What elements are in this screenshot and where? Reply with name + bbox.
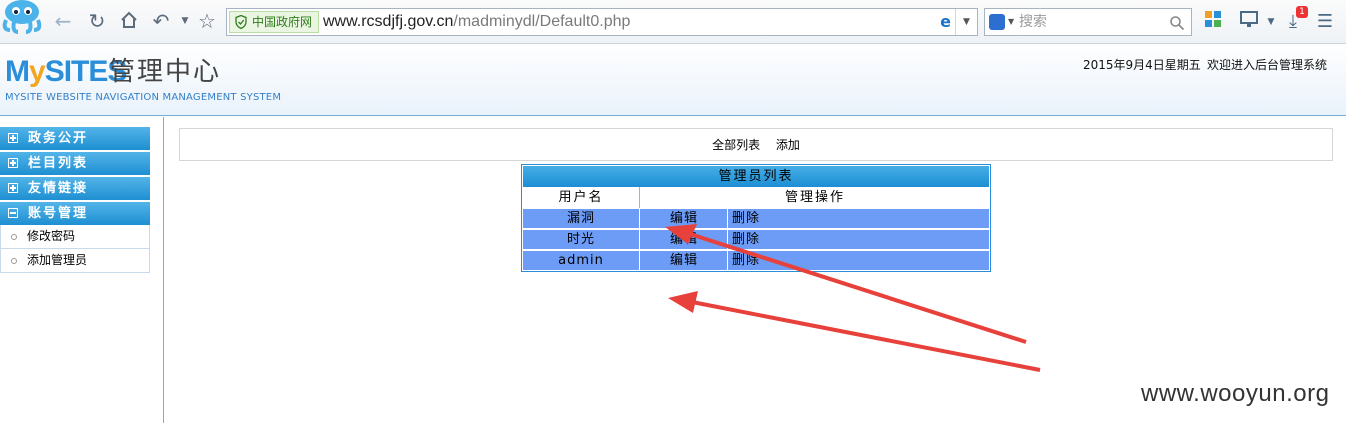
sidebar-group-gov-affairs[interactable]: 政务公开 <box>0 127 150 150</box>
sidebar-group-links[interactable]: 友情链接 <box>0 177 150 200</box>
sidebar-item-label: 修改密码 <box>27 229 76 243</box>
search-placeholder: 搜索 <box>1019 14 1047 30</box>
url-path: /madminydl/Default0.php <box>453 13 631 30</box>
expand-icon <box>8 133 18 143</box>
username-cell: 时光 <box>523 230 640 249</box>
sidebar-group-label: 政务公开 <box>28 131 89 146</box>
collapse-icon <box>8 208 18 218</box>
edit-link[interactable]: 编辑 <box>641 209 728 228</box>
expand-icon <box>8 158 18 168</box>
delete-link[interactable]: 删除 <box>729 251 989 270</box>
gov-badge-label: 中国政府网 <box>252 15 313 29</box>
table-header-row: 用户名 管理操作 <box>523 187 989 208</box>
sidebar-group-accounts[interactable]: 账号管理 <box>0 202 150 225</box>
bullet-icon <box>11 258 17 264</box>
favorite-star-icon[interactable]: ☆ <box>196 10 218 32</box>
address-dropdown-icon[interactable]: ▼ <box>955 9 977 35</box>
brand-title: 管理中心 <box>109 57 222 87</box>
undo-icon[interactable]: ↶ <box>150 10 172 32</box>
sidebar-group-columns[interactable]: 栏目列表 <box>0 152 150 175</box>
address-bar[interactable]: 中国政府网 www.rcsdjfj.gov.cn/madminydl/Defau… <box>226 8 978 36</box>
edit-link[interactable]: 编辑 <box>641 230 728 249</box>
add-link[interactable]: 添加 <box>776 138 800 152</box>
browser-logo-icon <box>2 0 42 34</box>
url-host: www.rcsdjfj.gov.cn <box>323 13 454 30</box>
sidebar-group-label: 友情链接 <box>28 181 89 196</box>
menu-list-icon[interactable]: ☰ <box>1312 10 1338 34</box>
table-row: 漏洞 编辑 删除 <box>523 208 989 228</box>
expand-icon <box>8 183 18 193</box>
browser-search-box[interactable]: ▼ 搜索 <box>984 8 1192 36</box>
edit-link[interactable]: 编辑 <box>641 251 728 270</box>
shield-icon <box>235 15 247 29</box>
admin-list-table: 管理员列表 用户名 管理操作 漏洞 编辑 删除 时光 编辑 删除 admin 编… <box>521 164 991 272</box>
back-icon[interactable]: ← <box>52 10 74 32</box>
sidebar-group-label: 栏目列表 <box>28 156 89 171</box>
annotation-arrow <box>668 291 1041 372</box>
bullet-icon <box>11 234 17 240</box>
search-engine-icon[interactable] <box>989 14 1005 30</box>
home-icon[interactable] <box>118 10 140 32</box>
url-text[interactable]: www.rcsdjfj.gov.cn/madminydl/Default0.ph… <box>323 9 630 35</box>
table-row: admin 编辑 删除 <box>523 250 989 270</box>
search-engine-caret-icon[interactable]: ▼ <box>1008 9 1014 35</box>
sidebar-item-label: 添加管理员 <box>27 253 88 267</box>
site-header: MySITES 管理中心 MYSITE WEBSITE NAVIGATION M… <box>0 44 1346 116</box>
column-header-actions: 管理操作 <box>784 190 845 205</box>
username-cell: 漏洞 <box>523 209 640 228</box>
table-row: 时光 编辑 删除 <box>523 229 989 249</box>
action-links-bar: 全部列表 添加 <box>179 128 1333 161</box>
brand-my: M <box>5 55 30 88</box>
header-welcome: 欢迎进入后台管理系统 <box>1207 58 1328 72</box>
refresh-icon[interactable]: ↻ <box>86 10 108 32</box>
download-count-badge: 1 <box>1296 6 1308 18</box>
apps-grid-icon[interactable] <box>1200 10 1226 34</box>
brand-y: y <box>29 55 46 88</box>
browser-toolbar: ← ↻ ↶ ▼ ☆ 中国政府网 www.rcsdjfj.gov.cn/madmi… <box>0 0 1346 44</box>
all-list-link[interactable]: 全部列表 <box>712 138 760 152</box>
undo-dropdown-icon[interactable]: ▼ <box>174 10 196 32</box>
ie-compat-icon[interactable]: e <box>940 13 951 31</box>
gov-site-badge: 中国政府网 <box>229 11 320 33</box>
header-date: 2015年9月4日星期五 <box>1083 58 1201 72</box>
table-title: 管理员列表 <box>523 166 989 187</box>
delete-link[interactable]: 删除 <box>729 230 989 249</box>
sidebar-item-change-password[interactable]: 修改密码 <box>0 225 150 249</box>
sidebar-menu: 政务公开 栏目列表 友情链接 账号管理 修改密码 添加管理员 <box>0 127 150 273</box>
username-cell: admin <box>523 251 640 270</box>
watermark: www.wooyun.org <box>1141 380 1330 407</box>
search-icon[interactable] <box>1169 15 1185 31</box>
delete-link[interactable]: 删除 <box>729 209 989 228</box>
sidebar-item-add-admin[interactable]: 添加管理员 <box>0 249 150 273</box>
brand-subtitle: MYSITE WEBSITE NAVIGATION MANAGEMENT SYS… <box>5 92 282 103</box>
sidebar-group-label: 账号管理 <box>28 206 89 221</box>
column-header-username: 用户名 <box>523 187 640 208</box>
sidebar: 政务公开 栏目列表 友情链接 账号管理 修改密码 添加管理员 <box>0 117 164 423</box>
